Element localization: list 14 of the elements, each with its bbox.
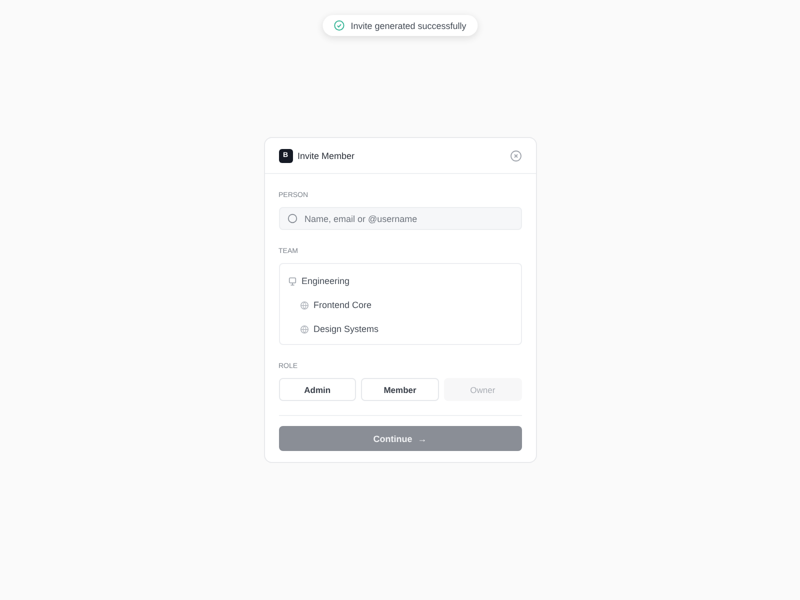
- dialog-title: Invite Member: [298, 150, 356, 160]
- globe-icon: [300, 300, 308, 310]
- monitor-icon: [288, 276, 296, 286]
- search-field[interactable]: Name, email or @username: [278, 207, 522, 230]
- check-circle-icon: [334, 20, 345, 31]
- globe-icon: [300, 324, 308, 334]
- team-item[interactable]: Design Systems: [314, 324, 379, 334]
- team-item[interactable]: Engineering: [302, 276, 350, 286]
- role-button[interactable]: Member: [361, 378, 439, 401]
- close-button[interactable]: [510, 150, 522, 162]
- role-button[interactable]: Admin: [278, 378, 356, 401]
- close-icon: [510, 150, 522, 162]
- toast-message: Invite generated successfully: [350, 20, 466, 30]
- team-item[interactable]: Frontend Core: [314, 300, 372, 310]
